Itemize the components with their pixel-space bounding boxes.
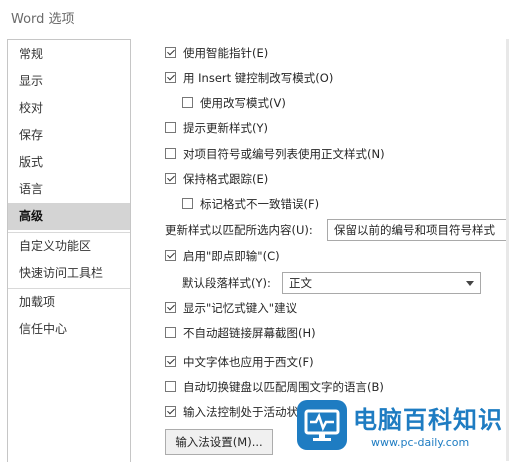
sidebar-item-advanced[interactable]: 高级 bbox=[8, 203, 130, 230]
style-update-label: 更新样式以匹配所选内容(U): bbox=[165, 223, 313, 237]
style-update-value: 保留以前的编号和项目符号样式 bbox=[334, 223, 495, 237]
default-paragraph-label: 默认段落样式(Y): bbox=[182, 276, 271, 290]
style-update-select[interactable]: 保留以前的编号和项目符号样式 bbox=[327, 219, 509, 241]
option-label: 中文字体也应用于西文(F) bbox=[183, 355, 314, 369]
sidebar-item-customize-ribbon[interactable]: 自定义功能区 bbox=[8, 233, 130, 260]
option-label: 不自动超链接屏幕截图(H) bbox=[183, 326, 316, 340]
checkbox[interactable] bbox=[165, 122, 176, 133]
checkbox[interactable] bbox=[165, 148, 176, 159]
sidebar-item-display[interactable]: 显示 bbox=[8, 68, 130, 95]
sidebar: 常规 显示 校对 保存 版式 语言 高级 自定义功能区 快速访问工具栏 加载项 … bbox=[7, 39, 131, 462]
monitor-icon bbox=[304, 409, 340, 441]
checkbox[interactable] bbox=[165, 173, 176, 184]
sidebar-item-save[interactable]: 保存 bbox=[8, 122, 130, 149]
option-label: 显示"记忆式键入"建议 bbox=[183, 301, 298, 315]
option-label: 启用"即点即输"(C) bbox=[183, 249, 280, 263]
option-label: 保持格式跟踪(E) bbox=[183, 172, 269, 186]
title-bar: Word 选项 bbox=[0, 0, 509, 38]
checkbox[interactable] bbox=[165, 381, 176, 392]
checkbox[interactable] bbox=[165, 72, 176, 83]
checkbox[interactable] bbox=[165, 406, 176, 417]
window-title: Word 选项 bbox=[11, 12, 75, 27]
monitor-logo-icon bbox=[297, 400, 347, 450]
default-paragraph-select[interactable]: 正文 bbox=[282, 272, 481, 294]
option-label: 对项目符号或编号列表使用正文样式(N) bbox=[183, 147, 385, 161]
checkbox[interactable] bbox=[165, 250, 176, 261]
checkbox[interactable] bbox=[165, 356, 176, 367]
chevron-down-icon[interactable] bbox=[466, 281, 474, 286]
sidebar-item-quick-access-toolbar[interactable]: 快速访问工具栏 bbox=[8, 260, 130, 287]
sidebar-item-general[interactable]: 常规 bbox=[8, 41, 130, 68]
sidebar-item-trust-center[interactable]: 信任中心 bbox=[8, 316, 130, 343]
option-label: 用 Insert 键控制改写模式(O) bbox=[183, 71, 334, 85]
option-label: 自动切换键盘以匹配周围文字的语言(B) bbox=[183, 380, 384, 394]
option-label: 使用改写模式(V) bbox=[200, 96, 286, 110]
watermark-url: www.pc-daily.com bbox=[371, 436, 470, 449]
option-label: 标记格式不一致错误(F) bbox=[200, 197, 320, 211]
checkbox[interactable] bbox=[182, 97, 193, 108]
sidebar-item-layout[interactable]: 版式 bbox=[8, 149, 130, 176]
sidebar-item-language[interactable]: 语言 bbox=[8, 176, 130, 203]
checkbox[interactable] bbox=[165, 327, 176, 338]
option-label: 使用智能指针(E) bbox=[183, 46, 269, 60]
option-label: 输入法控制处于活动状态 bbox=[183, 405, 310, 419]
sidebar-item-addins[interactable]: 加载项 bbox=[8, 289, 130, 316]
checkbox[interactable] bbox=[182, 198, 193, 209]
checkbox[interactable] bbox=[165, 302, 176, 313]
watermark-title: 电脑百科知识 bbox=[353, 406, 503, 434]
checkbox[interactable] bbox=[165, 47, 176, 58]
default-paragraph-value: 正文 bbox=[289, 276, 312, 290]
ime-settings-button[interactable]: 输入法设置(M)... bbox=[165, 429, 273, 455]
sidebar-item-proofing[interactable]: 校对 bbox=[8, 95, 130, 122]
watermark: 电脑百科知识 www.pc-daily.com bbox=[297, 396, 509, 461]
option-label: 提示更新样式(Y) bbox=[183, 121, 268, 135]
